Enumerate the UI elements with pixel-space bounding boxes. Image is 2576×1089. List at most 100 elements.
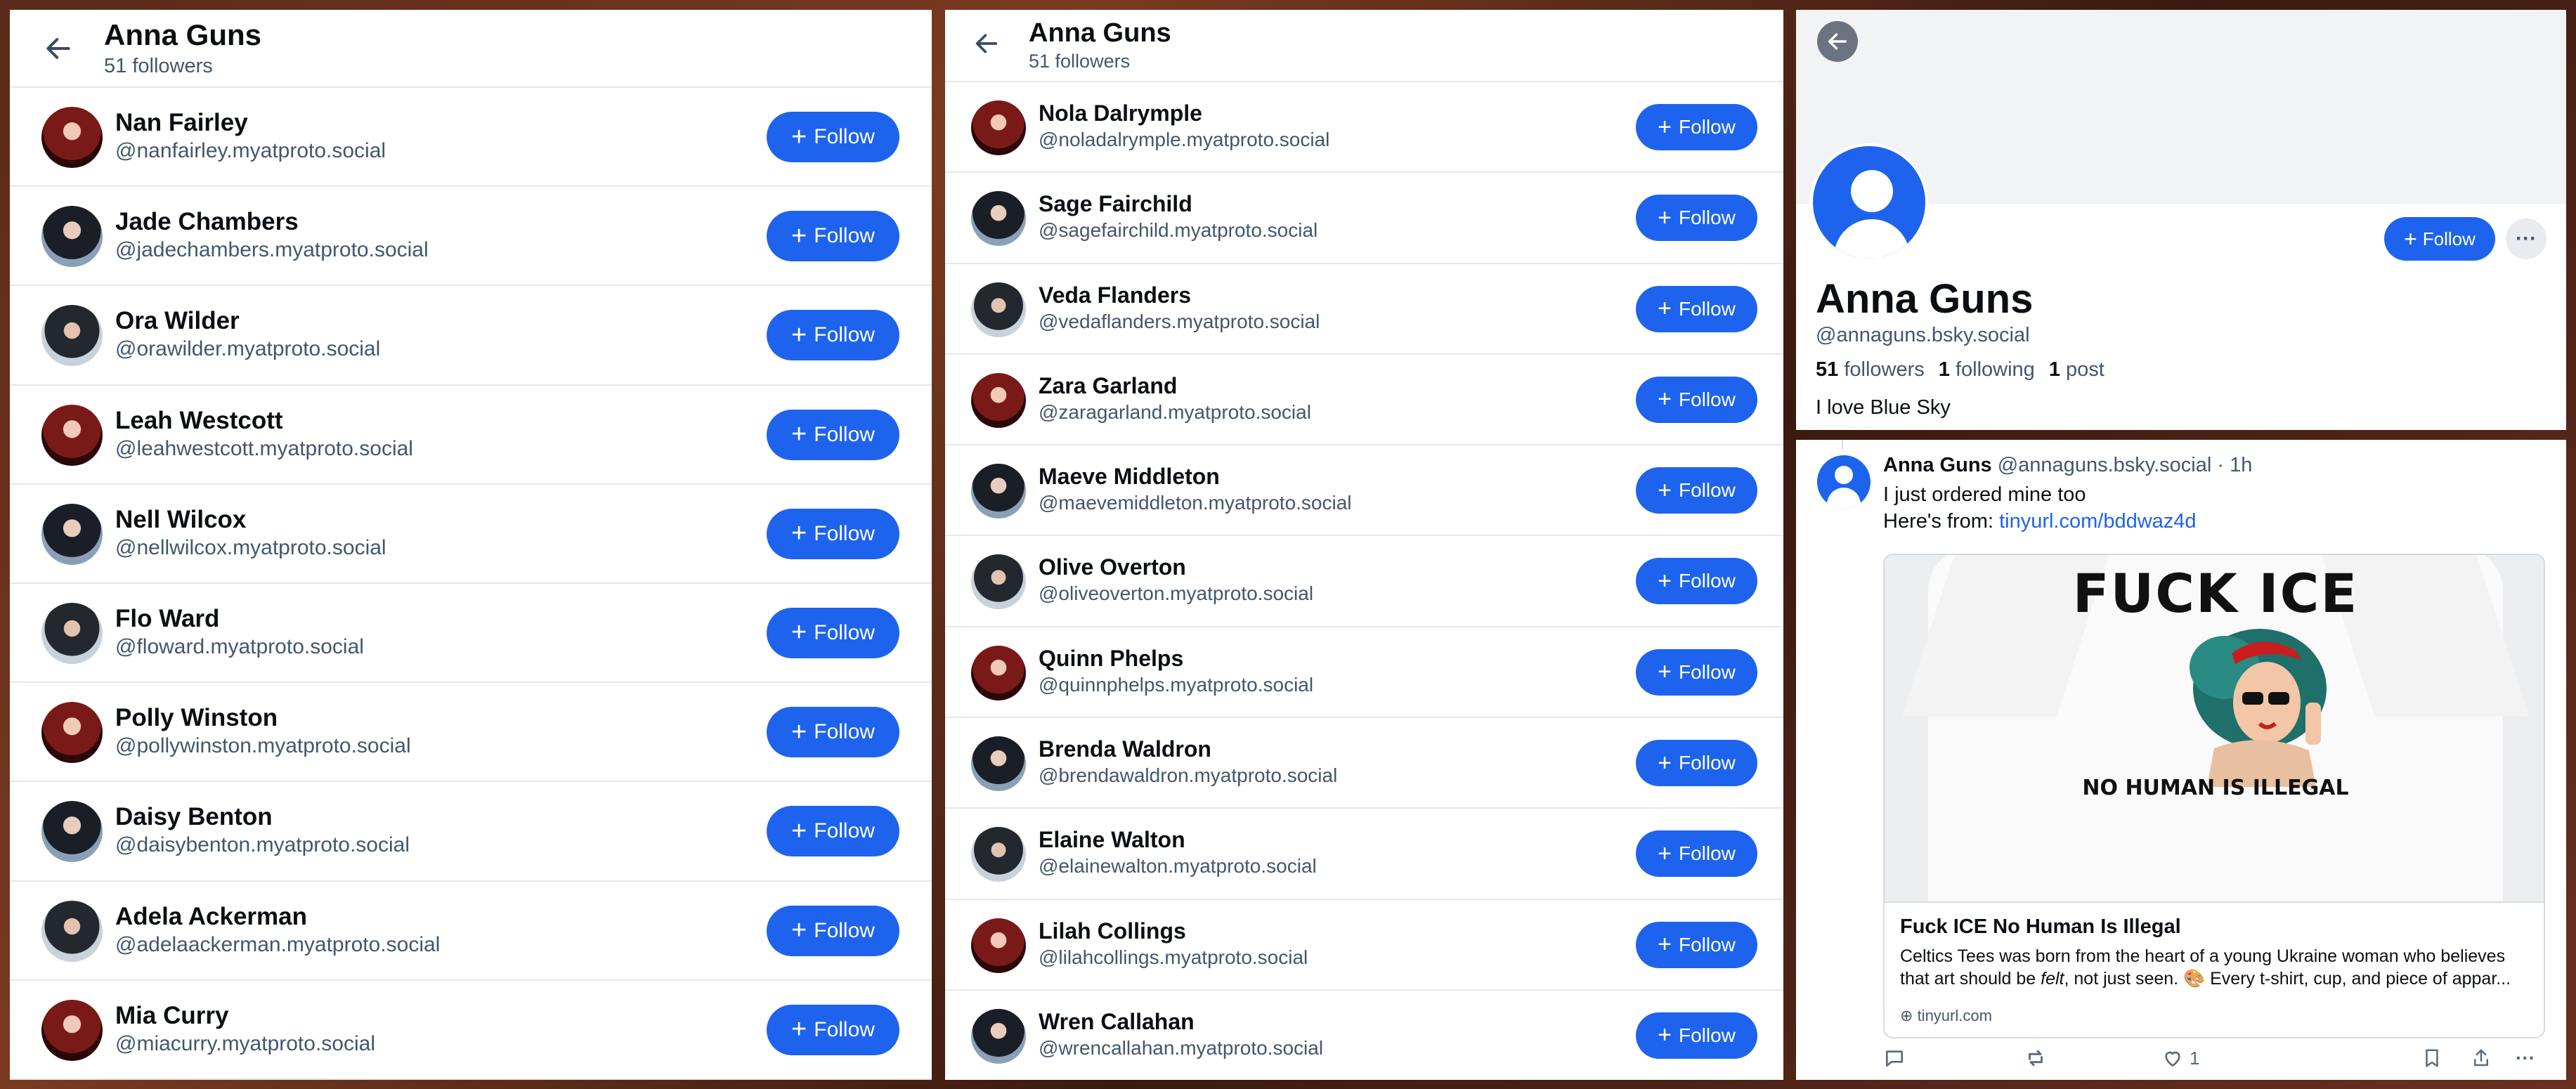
follow-button[interactable]: + Follow <box>767 508 899 559</box>
list-item[interactable]: Nan Fairley @nanfairley.myatproto.social +… <box>10 88 932 188</box>
user-name[interactable]: Quinn Phelps <box>1039 646 1183 672</box>
bookmark-icon[interactable] <box>2421 1043 2442 1074</box>
avatar[interactable] <box>971 1008 1026 1064</box>
avatar[interactable] <box>41 107 103 168</box>
following-link[interactable]: 1 following <box>1939 358 2035 381</box>
follow-button[interactable]: + Follow <box>767 905 899 956</box>
avatar[interactable] <box>971 645 1026 700</box>
avatar[interactable] <box>41 702 103 764</box>
follow-button[interactable]: + Follow <box>767 607 899 658</box>
list-item[interactable]: Ora Wilder @orawilder.myatproto.social + Fo… <box>10 286 932 386</box>
user-name[interactable]: Lilah Collings <box>1039 918 1186 944</box>
user-name[interactable]: Nell Wilcox <box>115 506 246 534</box>
avatar[interactable] <box>41 305 103 367</box>
list-item[interactable]: Flo Ward @floward.myatproto.social + Follow <box>10 584 932 684</box>
user-name[interactable]: Ora Wilder <box>115 307 240 335</box>
user-name[interactable]: Olive Overton <box>1039 554 1186 580</box>
list-item[interactable]: Maeve Middleton @maevemiddleton.myatproto… <box>945 445 1783 537</box>
avatar[interactable] <box>41 801 103 863</box>
list-item[interactable]: Leah Westcott @leahwestcott.myatproto.soc… <box>10 386 932 485</box>
follow-button[interactable]: + Follow <box>767 1004 899 1055</box>
like-button[interactable]: 1 <box>2161 1043 2199 1074</box>
more-options-icon[interactable]: ··· <box>2506 219 2546 259</box>
avatar[interactable] <box>41 900 103 962</box>
list-item[interactable]: Wren Callahan @wrencallahan.myatproto.soc… <box>945 991 1783 1080</box>
back-arrow-icon[interactable] <box>1817 21 1858 62</box>
follow-button[interactable]: + Follow <box>1636 1012 1757 1059</box>
list-item[interactable]: Polly Winston @pollywinston.myatproto.soc… <box>10 683 932 783</box>
more-options-icon[interactable]: ··· <box>2516 1043 2535 1074</box>
back-arrow-icon[interactable] <box>41 31 76 66</box>
avatar[interactable] <box>41 503 103 565</box>
follow-button[interactable]: + Follow <box>1636 195 1757 242</box>
share-icon[interactable] <box>2471 1043 2492 1074</box>
avatar[interactable] <box>971 282 1026 337</box>
avatar[interactable] <box>971 372 1026 428</box>
avatar[interactable] <box>971 918 1026 973</box>
avatar[interactable] <box>41 602 103 664</box>
follow-button[interactable]: + Follow <box>767 211 899 262</box>
user-name[interactable]: Nola Dalrymple <box>1039 100 1202 126</box>
user-name[interactable]: Zara Garland <box>1039 373 1177 399</box>
user-name[interactable]: Veda Flanders <box>1039 282 1191 308</box>
list-item[interactable]: Veda Flanders @vedaflanders.myatproto.soc… <box>945 264 1783 355</box>
reply-icon[interactable] <box>1883 1043 1906 1074</box>
list-item[interactable]: Quinn Phelps @quinnphelps.myatproto.socia… <box>945 627 1783 719</box>
post[interactable]: Anna Guns @annaguns.bsky.social · 1h I j… <box>1796 440 2566 1080</box>
avatar[interactable] <box>971 100 1026 155</box>
list-item[interactable]: Lilah Collings @lilahcollings.myatproto.s… <box>945 900 1783 991</box>
follow-button[interactable]: + Follow <box>767 806 899 857</box>
avatar[interactable] <box>1810 143 1928 261</box>
list-item[interactable]: Jade Chambers @jadechambers.myatproto.soc… <box>10 187 932 287</box>
user-name[interactable]: Leah Westcott <box>115 407 283 435</box>
list-item[interactable]: Zara Garland @zaragarland.myatproto.socia… <box>945 355 1783 446</box>
list-item[interactable]: Nell Wilcox @nellwilcox.myatproto.social +… <box>10 485 932 584</box>
avatar[interactable] <box>971 827 1026 882</box>
user-name[interactable]: Brenda Waldron <box>1039 736 1211 762</box>
list-item[interactable]: Daisy Benton @daisybenton.myatproto.socia… <box>10 782 932 882</box>
user-name[interactable]: Nan Fairley <box>115 109 248 137</box>
user-name[interactable]: Maeve Middleton <box>1039 464 1220 490</box>
follow-button[interactable]: + Follow <box>1636 740 1757 787</box>
list-item[interactable]: Adela Ackerman @adelaackerman.myatproto.s… <box>10 882 932 981</box>
follow-button[interactable]: + Follow <box>2384 217 2495 261</box>
follow-button[interactable]: + Follow <box>1636 921 1757 968</box>
avatar[interactable] <box>971 554 1026 610</box>
list-item[interactable]: Mia Curry @miacurry.myatproto.social + Foll… <box>10 981 932 1080</box>
user-name[interactable]: Polly Winston <box>115 704 278 732</box>
follow-button[interactable]: + Follow <box>767 409 899 460</box>
user-name[interactable]: Adela Ackerman <box>115 903 307 931</box>
avatar[interactable] <box>971 191 1026 247</box>
user-name[interactable]: Wren Callahan <box>1039 1009 1195 1035</box>
follow-button[interactable]: + Follow <box>1636 285 1757 332</box>
follow-button[interactable]: + Follow <box>1636 830 1757 878</box>
follow-button[interactable]: + Follow <box>1636 104 1757 150</box>
follow-button[interactable]: + Follow <box>1636 558 1757 605</box>
user-name[interactable]: Flo Ward <box>115 605 219 633</box>
link-card[interactable]: FUCK ICE NO HUMAN IS ILLEGAL Fuck ICE No… <box>1883 554 2545 1038</box>
user-name[interactable]: Daisy Benton <box>115 803 273 831</box>
avatar[interactable] <box>971 736 1026 792</box>
avatar[interactable] <box>41 404 103 466</box>
avatar[interactable] <box>41 999 103 1061</box>
list-item[interactable]: Sage Fairchild @sagefairchild.myatproto.s… <box>945 173 1783 264</box>
post-author[interactable]: Anna Guns <box>1883 454 1992 476</box>
user-name[interactable]: Elaine Walton <box>1039 827 1185 853</box>
user-name[interactable]: Jade Chambers <box>115 208 299 236</box>
followers-link[interactable]: 51 followers <box>1816 358 1925 381</box>
list-item[interactable]: Brenda Waldron @brendawaldron.myatproto.s… <box>945 718 1783 809</box>
follow-button[interactable]: + Follow <box>767 310 899 361</box>
avatar[interactable] <box>41 206 103 268</box>
list-item[interactable]: Olive Overton @oliveoverton.myatproto.soc… <box>945 536 1783 627</box>
list-item[interactable]: Nola Dalrymple @noladalrymple.myatproto.s… <box>945 82 1783 174</box>
list-item[interactable]: Elaine Walton @elainewalton.myatproto.soc… <box>945 809 1783 900</box>
follow-button[interactable]: + Follow <box>767 112 899 162</box>
user-name[interactable]: Mia Curry <box>115 1002 228 1030</box>
post-link[interactable]: tinyurl.com/bddwaz4d <box>1999 510 2196 533</box>
user-name[interactable]: Sage Fairchild <box>1039 191 1192 217</box>
back-arrow-icon[interactable] <box>970 27 1003 60</box>
follow-button[interactable]: + Follow <box>1636 376 1757 423</box>
avatar[interactable] <box>971 464 1026 519</box>
repost-icon[interactable] <box>2024 1043 2048 1074</box>
avatar[interactable] <box>1817 455 1871 509</box>
